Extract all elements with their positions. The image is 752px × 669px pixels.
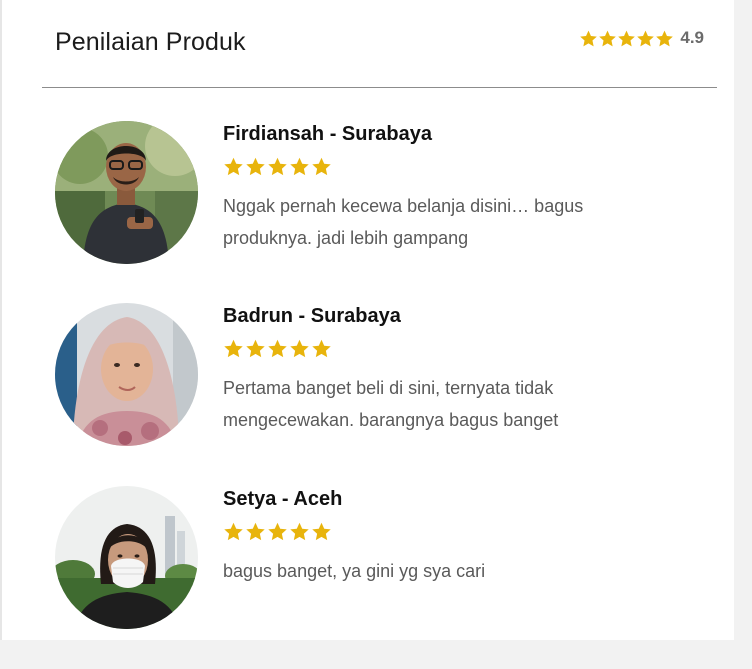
review-text: bagus banget, ya gini yg sya cari [223,561,486,581]
reviewer-name: Badrun - Surabaya [223,305,401,327]
reviewer-avatar [55,121,198,264]
reviewer-avatar [55,486,198,629]
woman-with-mask-photo [55,486,198,629]
review-star-rating [223,521,693,542]
star-icon [268,339,287,358]
star-icon [580,30,598,46]
review-content: Setya - Aceh bagus banget, ya gini yg sy… [223,486,693,587]
reviewer-avatar [55,303,198,446]
star-icon [224,157,243,176]
rating-header: Penilaian Produk 4.9 [42,0,717,88]
star-icon [312,157,331,176]
star-icon [656,30,674,46]
average-rating-value: 4.9 [680,28,704,47]
review-item: Badrun - Surabaya Pertama banget beli di… [55,303,695,453]
star-icon [290,522,309,541]
product-rating-card: Penilaian Produk 4.9 Firdiansah - Suraba… [0,0,734,640]
star-icon [246,339,265,358]
star-icon [224,522,243,541]
reviewer-name: Firdiansah - Surabaya [223,123,432,145]
star-icon [246,522,265,541]
star-icon [290,339,309,358]
review-content: Firdiansah - Surabaya Nggak pernah kecew… [223,121,693,254]
star-icon [312,339,331,358]
star-icon [599,30,617,46]
review-text: Nggak pernah kecewa belanja disini… bagu… [223,196,584,248]
rating-summary: 4.9 [579,28,704,48]
review-content: Badrun - Surabaya Pertama banget beli di… [223,303,693,436]
woman-in-hijab-photo [55,303,198,446]
star-icon [290,157,309,176]
summary-star-rating [579,29,674,48]
star-icon [637,30,655,46]
review-item: Firdiansah - Surabaya Nggak pernah kecew… [55,121,695,271]
star-icon [268,522,287,541]
review-text: Pertama banget beli di sini, ternyata ti… [223,378,559,430]
review-item: Setya - Aceh bagus banget, ya gini yg sy… [55,486,695,636]
reviewer-name: Setya - Aceh [223,488,343,510]
review-star-rating [223,338,693,359]
star-icon [312,522,331,541]
star-icon [224,339,243,358]
man-with-glasses-photo [55,121,198,264]
star-icon [268,157,287,176]
review-star-rating [223,156,693,177]
star-icon [246,157,265,176]
star-icon [618,30,636,46]
section-title: Penilaian Produk [55,28,246,56]
